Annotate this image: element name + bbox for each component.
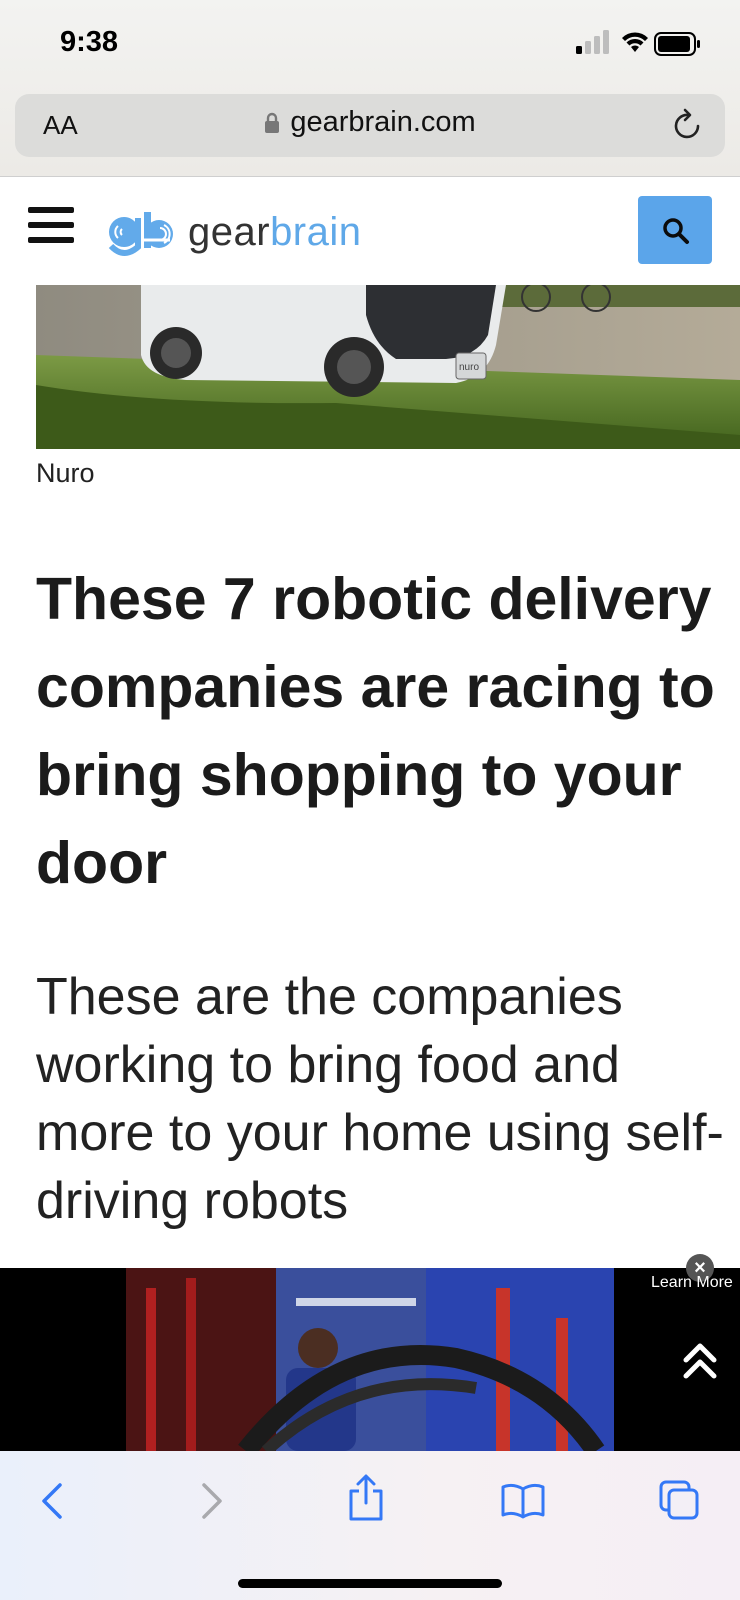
logo-text-gear: gear <box>188 210 271 254</box>
url-display[interactable]: gearbrain.com <box>15 106 725 139</box>
lock-icon <box>265 112 280 133</box>
back-icon[interactable] <box>38 1481 68 1521</box>
reload-icon[interactable] <box>673 108 703 140</box>
browser-bottom-toolbar <box>0 1451 740 1600</box>
url-text: gearbrain.com <box>290 106 476 138</box>
image-caption: Nuro <box>36 458 95 488</box>
home-indicator[interactable] <box>238 1579 502 1588</box>
expand-up-icon[interactable] <box>682 1342 718 1380</box>
logo-text-brain: brain <box>270 210 362 254</box>
gearbrain-logo-icon[interactable] <box>108 212 178 258</box>
bookmarks-icon[interactable] <box>500 1483 546 1519</box>
video-ad[interactable]: × Learn More <box>0 1254 740 1451</box>
tabs-icon[interactable] <box>658 1479 700 1521</box>
article-hero-image: nuro <box>36 285 740 449</box>
site-header: gearbrain <box>0 177 740 285</box>
headline-line: companies are racing to <box>36 654 715 720</box>
headline-line: door <box>36 830 168 896</box>
logo-wordmark[interactable]: gearbrain <box>188 210 362 255</box>
search-icon <box>663 218 689 244</box>
signal-icon <box>576 30 609 54</box>
van-badge-text: nuro <box>459 362 479 373</box>
headline-line: These 7 robotic delivery <box>36 566 712 632</box>
menu-icon[interactable] <box>28 207 74 247</box>
ad-video-frame[interactable] <box>126 1268 614 1451</box>
battery-icon <box>654 32 700 56</box>
share-icon[interactable] <box>347 1473 385 1521</box>
search-button[interactable] <box>638 196 712 264</box>
article-subheadline: These are the companies working to bring… <box>36 968 724 1230</box>
ad-video-scene <box>126 1268 614 1451</box>
ad-learn-more-link[interactable]: Learn More <box>651 1274 733 1292</box>
address-bar[interactable]: AA gearbrain.com <box>15 94 725 157</box>
article-headline: These 7 robotic delivery companies are r… <box>36 555 740 907</box>
forward-icon[interactable] <box>196 1481 226 1521</box>
browser-top-chrome: 9:38 AA gearbrain.com <box>0 0 740 177</box>
headline-line: bring shopping to your <box>36 742 682 808</box>
delivery-van-photo: nuro <box>36 285 740 449</box>
wifi-icon <box>622 32 648 52</box>
status-time: 9:38 <box>60 26 119 58</box>
